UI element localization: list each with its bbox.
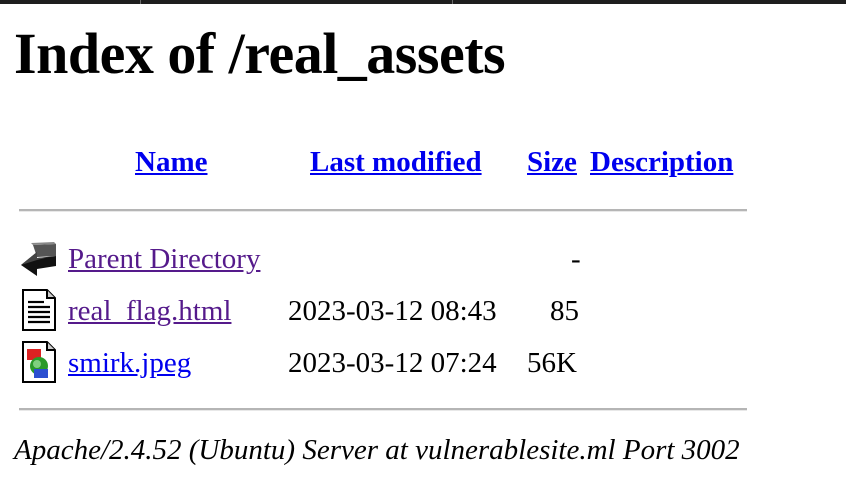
column-header-name[interactable]: Name	[135, 143, 207, 181]
image-file-icon	[22, 341, 56, 383]
parent-directory-link[interactable]: Parent Directory	[68, 240, 260, 278]
file-size: 85	[550, 295, 579, 327]
server-signature: Apache/2.4.52 (Ubuntu) Server at vulnera…	[14, 434, 740, 466]
table-row: Parent Directory -	[0, 236, 846, 284]
file-last-modified: 2023-03-12 07:24	[288, 347, 497, 379]
table-row: smirk.jpeg 2023-03-12 07:24 56K	[0, 340, 846, 388]
file-size: 56K	[527, 347, 577, 379]
table-divider-bottom	[19, 408, 747, 411]
column-header-last-modified[interactable]: Last modified	[310, 143, 482, 181]
file-last-modified: 2023-03-12 08:43	[288, 295, 497, 327]
column-header-description[interactable]: Description	[590, 143, 733, 181]
text-file-icon	[22, 289, 56, 331]
window-top-border	[0, 0, 846, 4]
table-divider-top	[19, 209, 747, 212]
file-size: -	[571, 243, 581, 275]
page-title: Index of /real_assets	[14, 21, 506, 86]
file-link[interactable]: smirk.jpeg	[68, 344, 191, 382]
table-row: real_flag.html 2023-03-12 08:43 85	[0, 288, 846, 336]
back-arrow-icon	[21, 242, 56, 276]
column-header-size[interactable]: Size	[527, 143, 577, 181]
file-link[interactable]: real_flag.html	[68, 292, 231, 330]
